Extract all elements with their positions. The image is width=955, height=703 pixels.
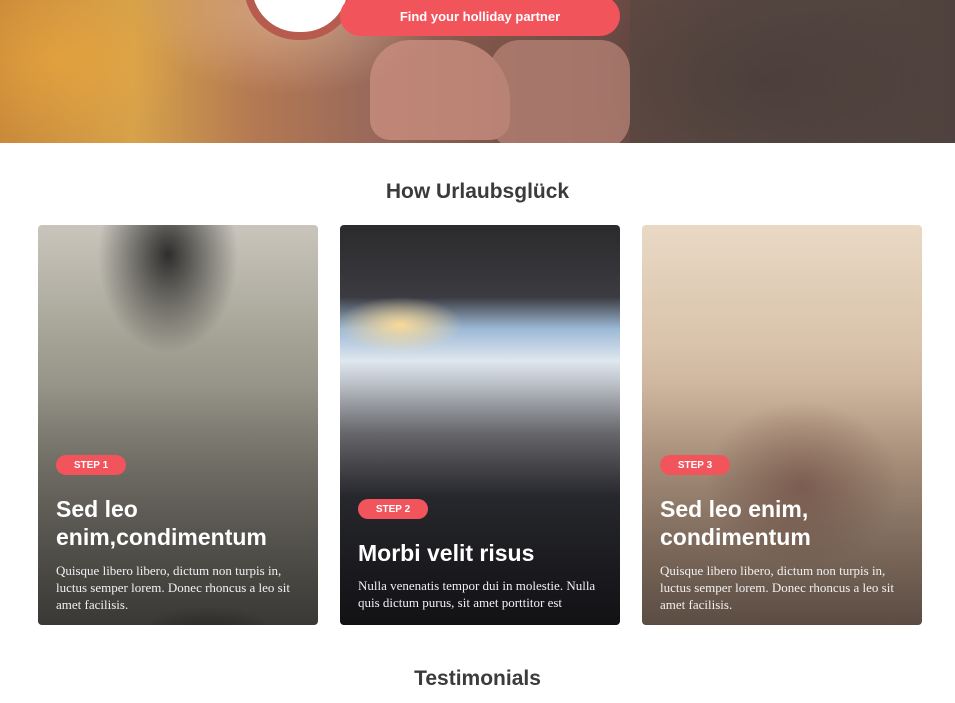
card-text: Quisque libero libero, dictum non turpis… [56, 563, 290, 612]
card-title: Morbi velit risus [358, 540, 535, 566]
step-badge: STEP 3 [660, 455, 730, 475]
step-badge: STEP 1 [56, 455, 126, 475]
hero-photo-hand [370, 40, 510, 140]
hero-photo-jacket [630, 0, 955, 143]
hero-banner: Find your holliday partner [0, 0, 955, 143]
find-partner-button[interactable]: Find your holliday partner [340, 0, 620, 36]
card-text: Quisque libero libero, dictum non turpis… [660, 563, 894, 612]
hero-photo-arm [490, 40, 630, 143]
step-card-3[interactable]: STEP 3 Sed leo enim, condimentum Quisque… [642, 225, 922, 625]
step-card-2[interactable]: STEP 2 Morbi velit risus Nulla venenatis… [340, 225, 620, 625]
testimonials-title: Testimonials [414, 667, 541, 690]
how-section-title: How Urlaubsglück [385, 180, 570, 203]
card-title: Sed leo enim,condimentum [56, 496, 267, 550]
step-badge: STEP 2 [358, 499, 428, 519]
steps-cards: STEP 1 Sed leo enim,condimentum Quisque … [38, 225, 922, 625]
card-title: Sed leo enim, condimentum [660, 496, 811, 550]
step-card-1[interactable]: STEP 1 Sed leo enim,condimentum Quisque … [38, 225, 318, 625]
card-text: Nulla venenatis tempor dui in molestie. … [358, 578, 596, 610]
